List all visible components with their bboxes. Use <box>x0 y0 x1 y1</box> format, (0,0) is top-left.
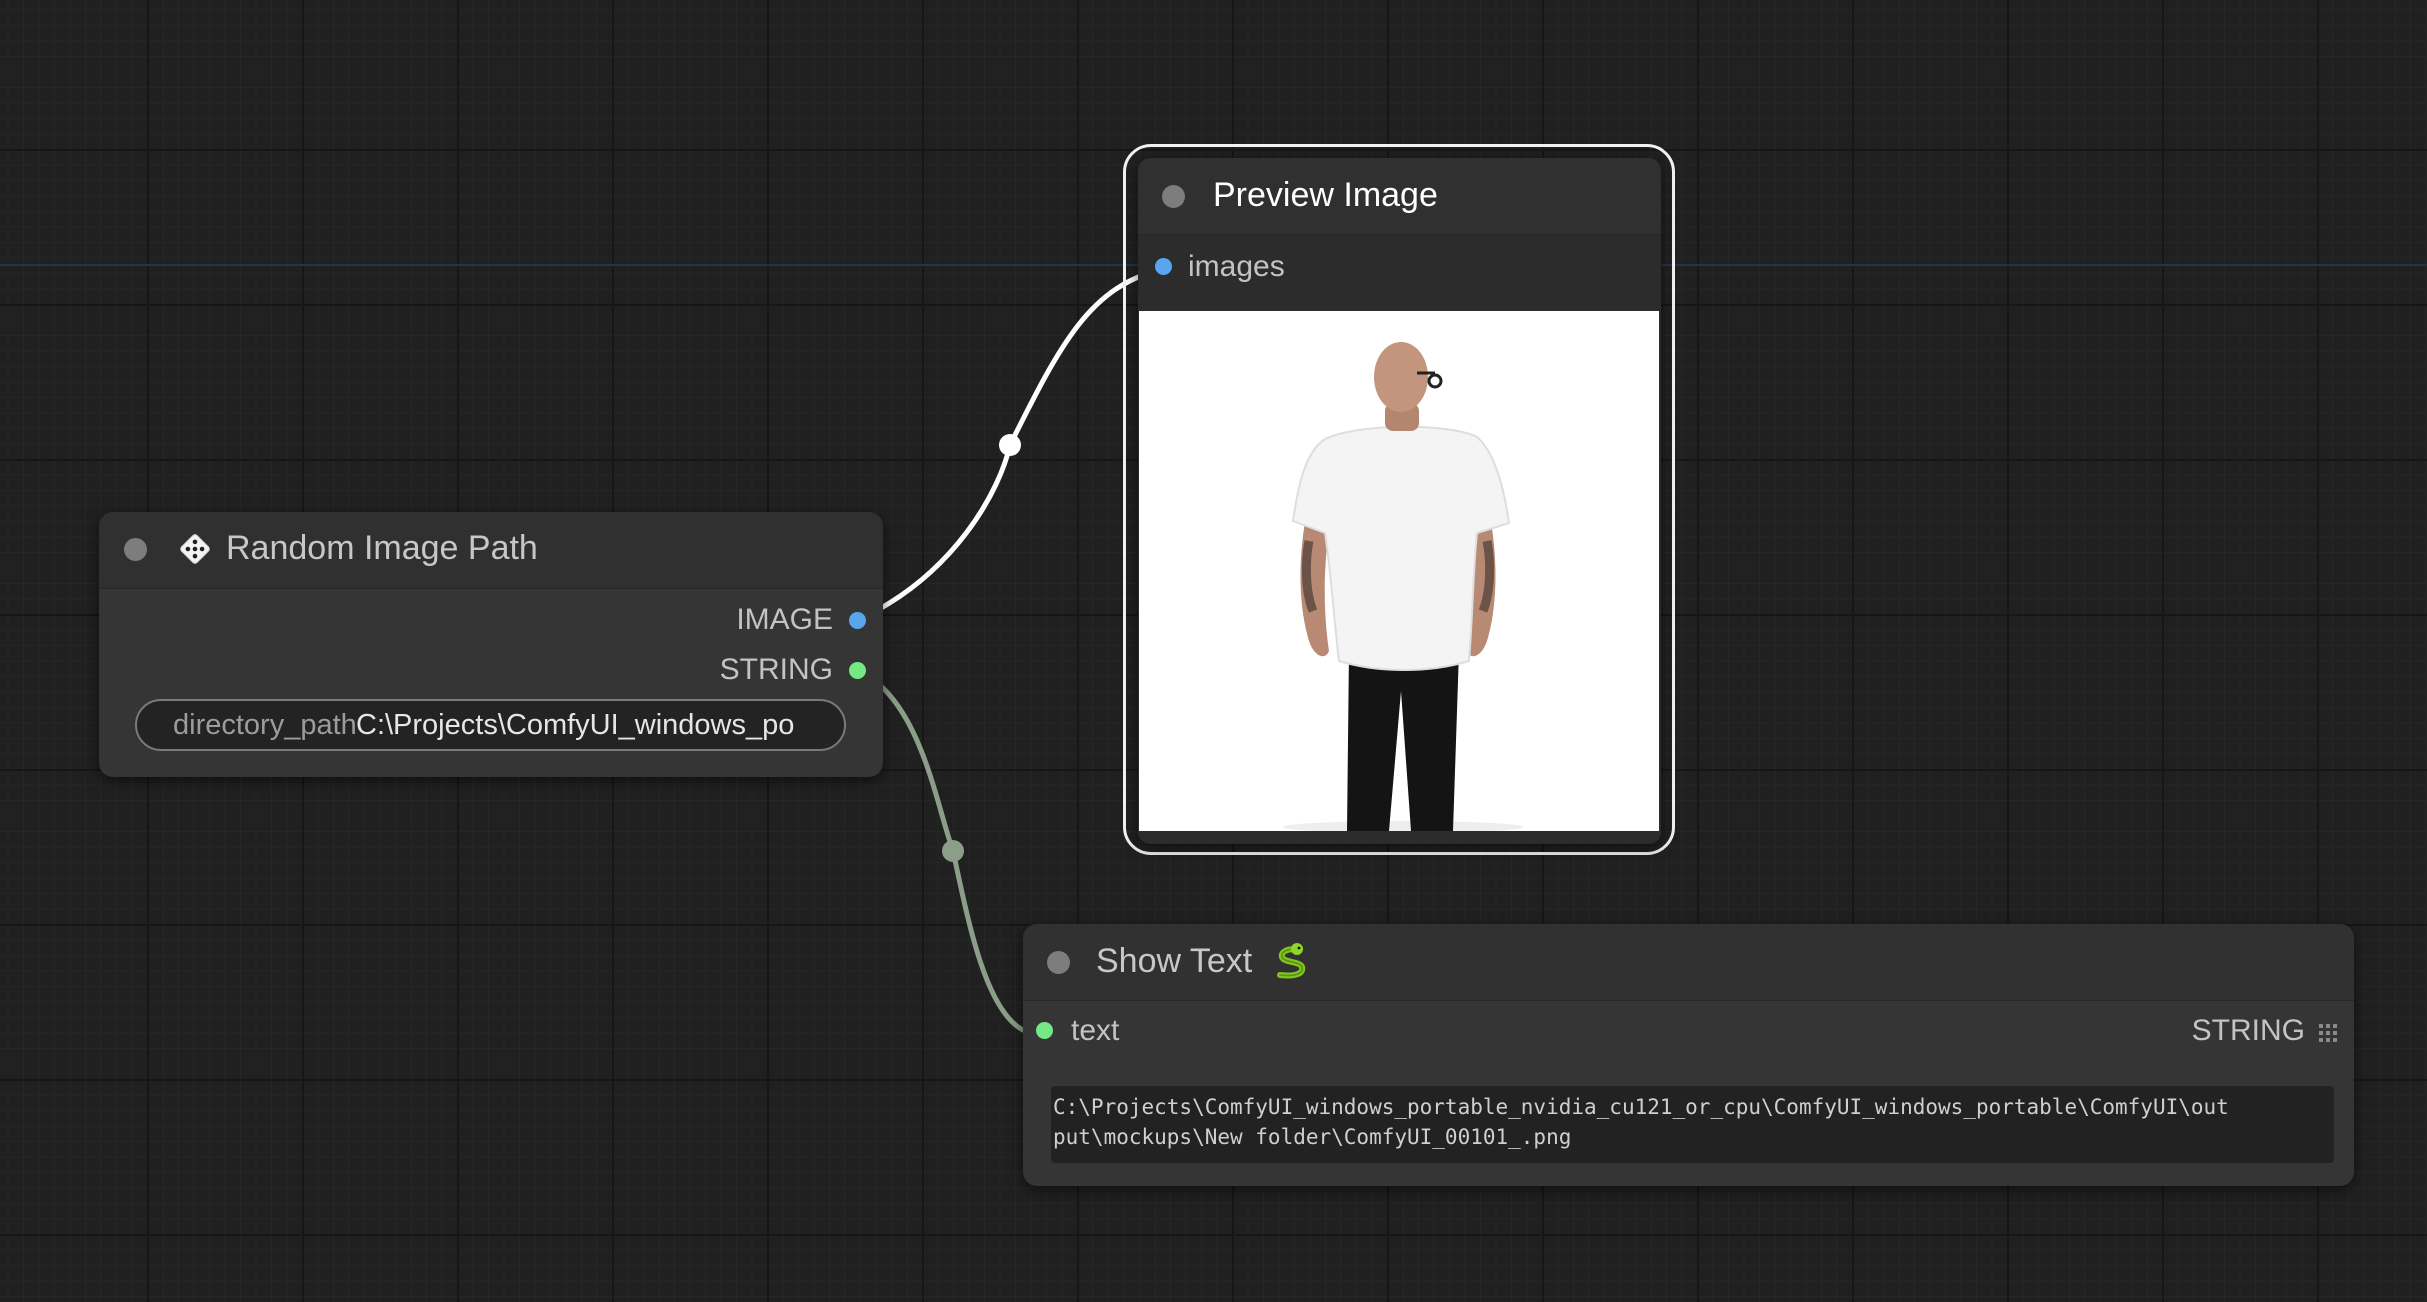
widget-name: directory_path <box>173 709 357 741</box>
output-label-image: IMAGE <box>736 603 833 636</box>
show-text-node[interactable]: Show Text text STRING C:\Projects\ComfyU… <box>1023 924 2354 1186</box>
input-slot-images[interactable] <box>1155 258 1172 275</box>
output-label-string: STRING <box>2191 1014 2305 1047</box>
widget-value: C:\Projects\ComfyUI_windows_po <box>356 709 795 741</box>
preview-image-node[interactable]: Preview Image images <box>1138 158 1661 844</box>
output-slot-image[interactable] <box>849 612 866 629</box>
node-title: Show Text <box>1096 942 1253 980</box>
snake-icon <box>1277 943 1306 979</box>
text-output-box[interactable]: C:\Projects\ComfyUI_windows_portable_nvi… <box>1051 1086 2334 1163</box>
collapse-dot[interactable] <box>124 538 147 561</box>
output-label-string: STRING <box>719 653 833 686</box>
input-label-images: images <box>1188 250 1285 283</box>
person-photo <box>1139 311 1659 831</box>
text-line: C:\Projects\ComfyUI_windows_portable_nvi… <box>1053 1095 2229 1119</box>
directory-path-widget[interactable]: directory_path C:\Projects\ComfyUI_windo… <box>135 699 846 751</box>
output-slot-string[interactable] <box>849 662 866 679</box>
collapse-dot[interactable] <box>1047 951 1070 974</box>
node-title: Random Image Path <box>226 529 538 567</box>
input-slot-text[interactable] <box>1036 1022 1053 1039</box>
grid-icon[interactable] <box>2318 1023 2338 1043</box>
collapse-dot[interactable] <box>1162 185 1185 208</box>
text-line: put\mockups\New folder\ComfyUI_00101_.pn… <box>1053 1125 1572 1149</box>
node-title: Preview Image <box>1213 176 1438 214</box>
image-link-midpoint <box>999 434 1021 456</box>
input-label-text: text <box>1071 1014 1120 1047</box>
random-image-path-node[interactable]: Random Image Path IMAGE STRING directory… <box>99 512 883 777</box>
string-link-midpoint <box>942 840 964 862</box>
dice-icon <box>180 534 210 564</box>
preview-image <box>1139 311 1659 831</box>
